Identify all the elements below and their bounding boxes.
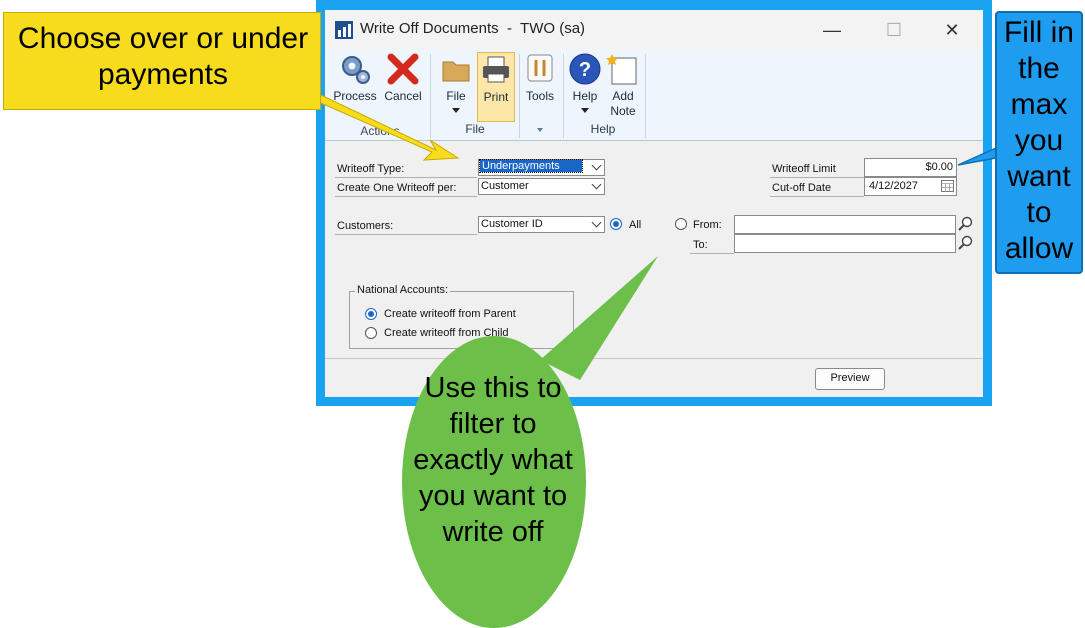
blue-pointer [957, 146, 997, 166]
blue-callout: Fill in the max you want to allow [995, 11, 1083, 274]
yellow-callout-text: Choose over or under payments [17, 22, 309, 91]
yellow-callout: Choose over or under payments [3, 12, 321, 110]
blue-callout-text: Fill in the max you want to allow [1003, 16, 1074, 265]
green-pointer [540, 256, 658, 380]
green-callout-text: Use this to filter to exactly what you w… [413, 372, 573, 548]
